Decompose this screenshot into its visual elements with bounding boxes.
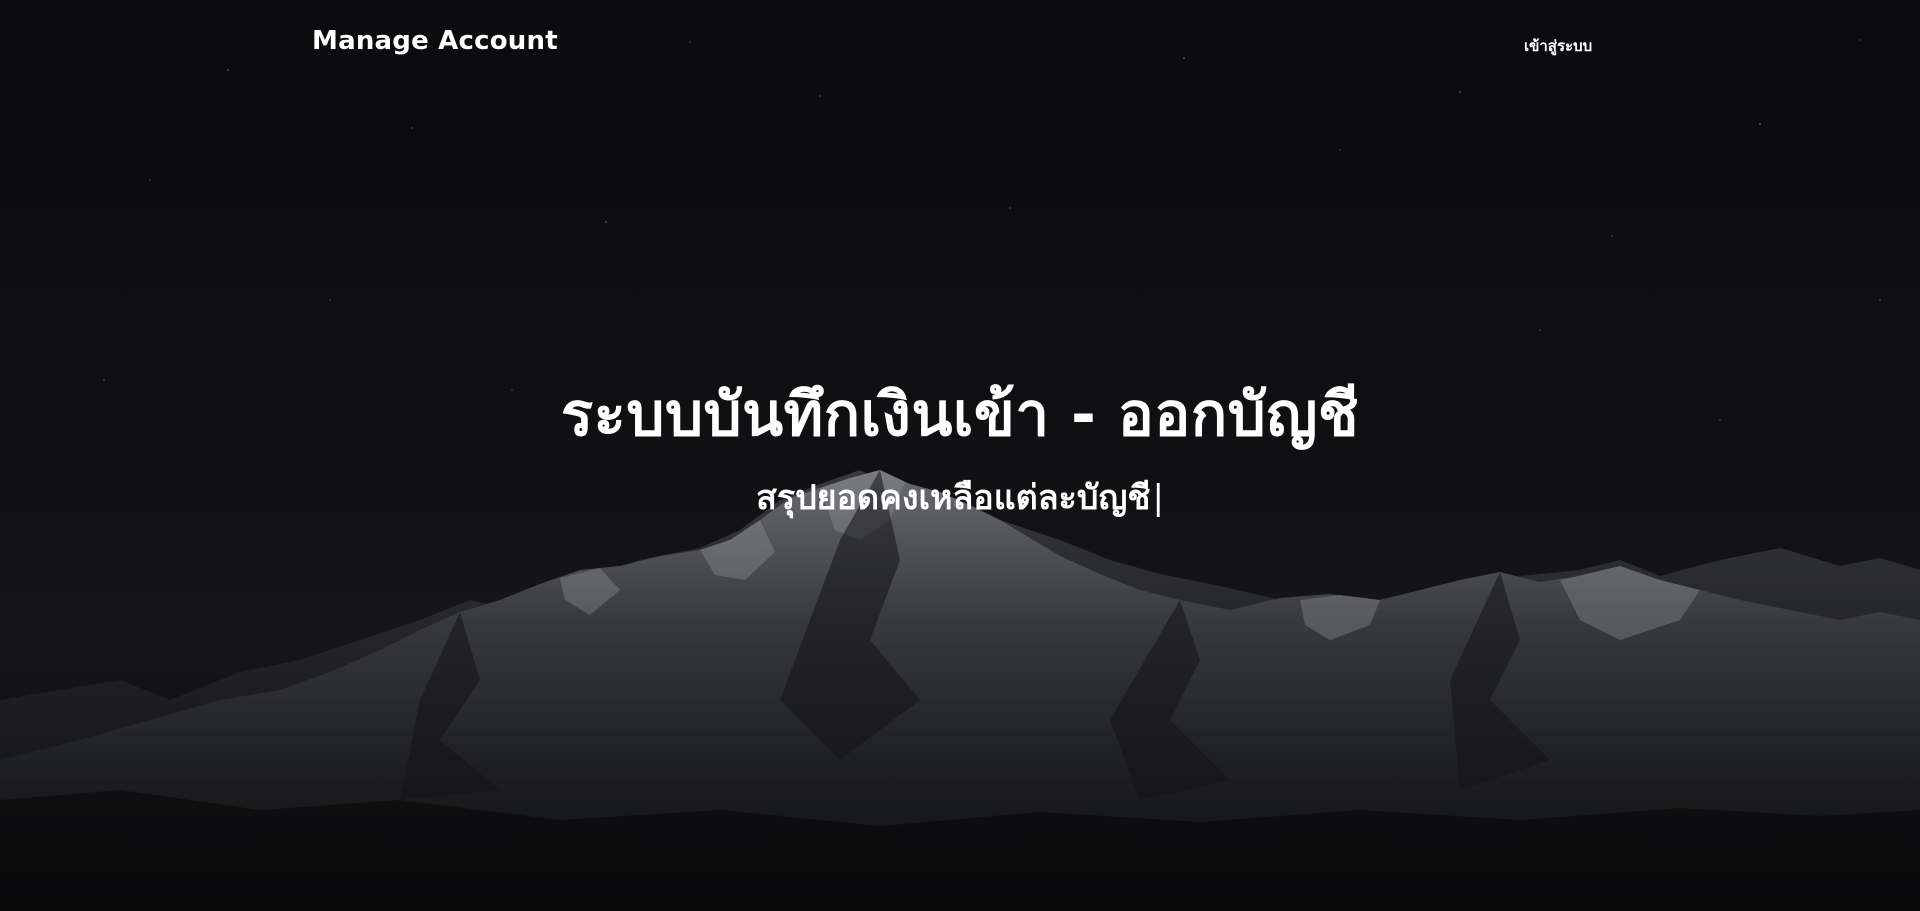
login-link[interactable]: เข้าสู่ระบบ (1524, 34, 1592, 58)
page: Manage Account เข้าสู่ระบบ ระบบบันทึกเงิ… (0, 0, 1920, 911)
hero-title: ระบบบันทึกเงินเข้า - ออกบัญชี (560, 380, 1360, 450)
hero-subtitle-wrapper: สรุปยอดคงเหลือแต่ละบัญชี| (0, 470, 1920, 526)
hero-section: ระบบบันทึกเงินเข้า - ออกบัญชี สรุปยอดคงเ… (0, 370, 1920, 526)
top-navbar: Manage Account เข้าสู่ระบบ (0, 0, 1920, 88)
typing-cursor: | (1152, 478, 1164, 518)
hero-subtitle: สรุปยอดคงเหลือแต่ละบัญชี (756, 478, 1151, 518)
brand-link[interactable]: Manage Account (312, 26, 558, 56)
